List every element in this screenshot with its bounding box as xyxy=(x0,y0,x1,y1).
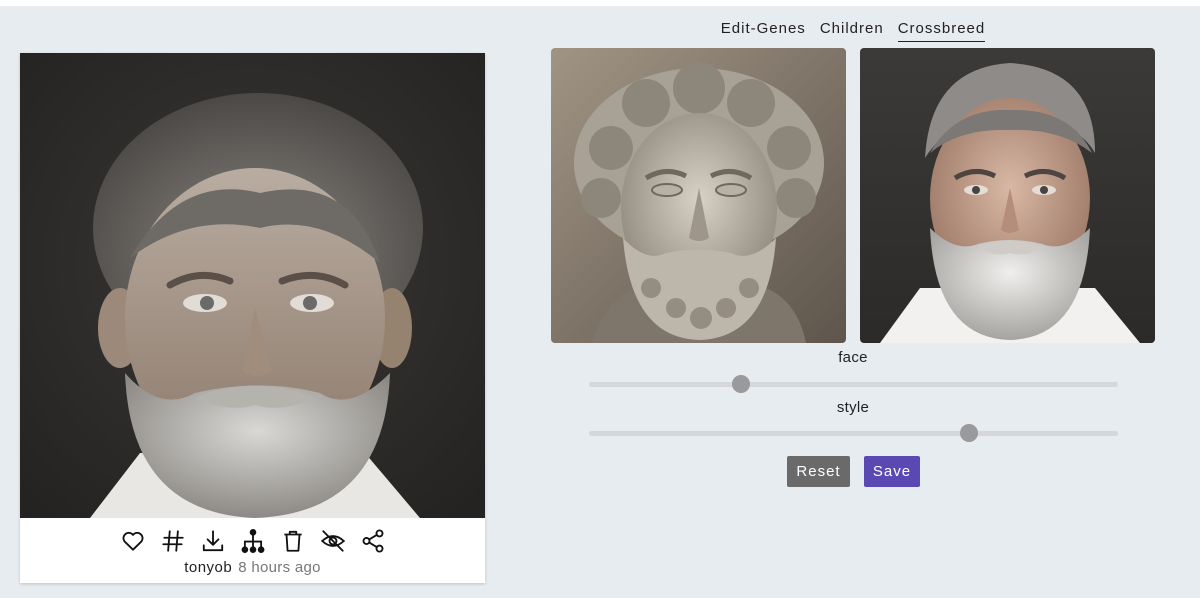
top-bar xyxy=(0,0,1200,6)
trash-icon[interactable] xyxy=(280,528,306,554)
author-info: tonyob 8 hours ago xyxy=(20,559,485,577)
heart-icon[interactable] xyxy=(120,528,146,554)
download-icon[interactable] xyxy=(200,528,226,554)
style-slider-thumb[interactable] xyxy=(959,424,978,442)
tab-bar: Edit-Genes Children Crossbreed xyxy=(551,20,1155,42)
tab-crossbreed[interactable]: Crossbreed xyxy=(897,20,986,42)
face-slider[interactable] xyxy=(589,374,1118,394)
tab-children[interactable]: Children xyxy=(820,20,884,42)
main-portrait-image[interactable] xyxy=(20,53,485,518)
parent-image-statue[interactable] xyxy=(551,48,846,343)
face-slider-track[interactable] xyxy=(589,382,1118,387)
face-slider-thumb[interactable] xyxy=(731,375,750,393)
action-toolbar xyxy=(20,523,485,559)
hidden-eye-icon[interactable] xyxy=(320,528,346,554)
face-slider-label: face xyxy=(838,349,868,366)
image-card: tonyob 8 hours ago xyxy=(20,53,485,583)
save-button[interactable]: Save xyxy=(864,456,920,487)
hashtag-icon[interactable] xyxy=(160,528,186,554)
reset-button[interactable]: Reset xyxy=(787,456,850,487)
post-time: 8 hours ago xyxy=(238,559,321,576)
family-tree-icon[interactable] xyxy=(240,528,266,554)
style-slider[interactable] xyxy=(589,423,1118,443)
style-slider-track[interactable] xyxy=(589,431,1118,436)
share-icon[interactable] xyxy=(360,528,386,554)
style-slider-label: style xyxy=(836,399,870,416)
tab-edit-genes[interactable]: Edit-Genes xyxy=(721,20,806,42)
parent-image-man[interactable] xyxy=(860,48,1155,343)
author-username[interactable]: tonyob xyxy=(184,559,232,576)
